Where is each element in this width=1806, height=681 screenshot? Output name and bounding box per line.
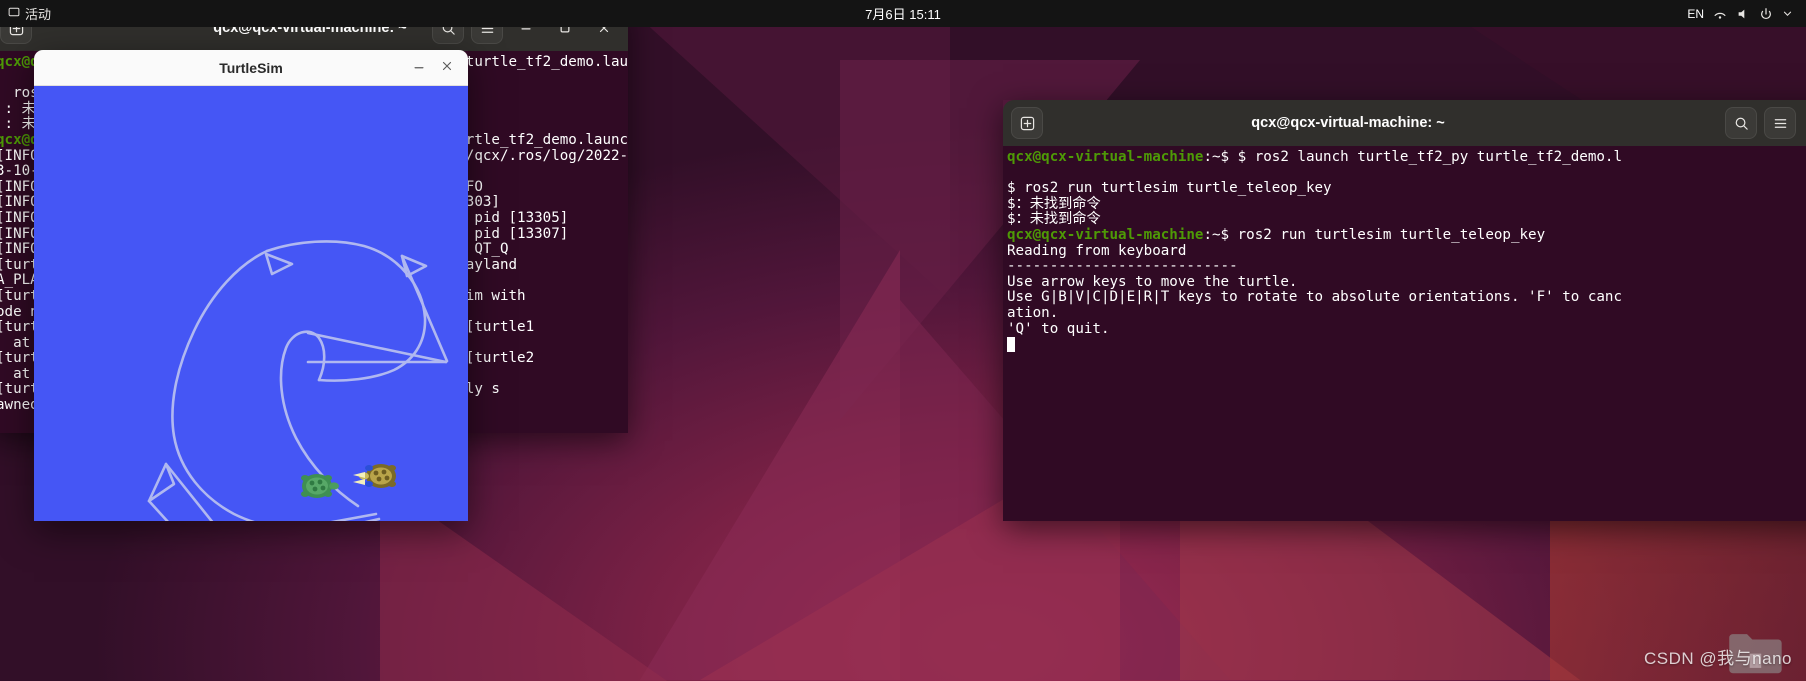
hamburger-menu-icon[interactable] bbox=[1764, 107, 1796, 139]
terminal-cursor bbox=[1007, 337, 1015, 353]
terminal-text: $：未找到命令 bbox=[1007, 211, 1101, 228]
terminal-text: Reading from keyboard bbox=[1007, 242, 1187, 259]
terminal-line: Use G|B|V|C|D|E|R|T keys to rotate to ab… bbox=[1007, 290, 1806, 306]
chevron-down-icon[interactable] bbox=[1782, 7, 1796, 21]
terminal-line bbox=[1007, 337, 1806, 353]
activities-button[interactable]: 活动 bbox=[0, 4, 51, 23]
terminal-text: Use G|B|V|C|D|E|R|T keys to rotate to ab… bbox=[1007, 289, 1622, 306]
turtlesim-titlebar[interactable]: TurtleSim bbox=[34, 50, 468, 86]
shell-prompt: qcx@qcx-virtual-machine bbox=[1007, 226, 1204, 243]
terminal-line: qcx@qcx-virtual-machine:~$ $ ros2 launch… bbox=[1007, 149, 1806, 166]
turtlesim-canvas[interactable] bbox=[34, 86, 468, 521]
terminal-line: qcx@qcx-virtual-machine:~$ ros2 run turt… bbox=[1007, 226, 1806, 244]
close-icon[interactable] bbox=[440, 59, 454, 76]
terminal-text: $：未找到命令 bbox=[1007, 195, 1101, 212]
terminal-text: :~$ ros2 run turtlesim turtle_teleop_key bbox=[1203, 226, 1546, 243]
terminal-text: --------------------------- bbox=[1007, 258, 1238, 275]
volume-icon[interactable] bbox=[1736, 7, 1750, 21]
activities-label: 活动 bbox=[25, 7, 52, 22]
gnome-top-panel[interactable]: 活动 7月6日 15:11 EN bbox=[0, 0, 1806, 27]
shell-prompt: qcx@qcx-virtual-machine bbox=[1007, 149, 1204, 165]
clock[interactable]: 7月6日 15:11 bbox=[865, 4, 941, 23]
input-source-label[interactable]: EN bbox=[1687, 7, 1704, 21]
terminal-line: $ ros2 run turtlesim turtle_teleop_key bbox=[1007, 180, 1806, 197]
terminal-line: --------------------------- bbox=[1007, 258, 1806, 275]
terminal-line: $：未找到命令 bbox=[1007, 212, 1806, 228]
terminal-right-titlebar[interactable]: qcx@qcx-virtual-machine: ~ bbox=[1003, 100, 1806, 146]
system-tray[interactable]: EN bbox=[1687, 7, 1796, 21]
terminal-text: :~$ $ ros2 launch turtle_tf2_py turtle_t… bbox=[1203, 149, 1623, 165]
minimize-icon[interactable] bbox=[412, 59, 426, 76]
network-icon[interactable] bbox=[1713, 7, 1727, 21]
turtlesim-title: TurtleSim bbox=[219, 59, 283, 76]
terminal-right-title: qcx@qcx-virtual-machine: ~ bbox=[1251, 115, 1445, 131]
search-icon[interactable] bbox=[1725, 107, 1757, 139]
desktop: qcx@qcx-virtual-machine: ~ turtle_tf2_de… bbox=[0, 0, 1806, 681]
terminal-text: 'Q' to quit. bbox=[1007, 320, 1110, 337]
terminal-text: $ ros2 run turtlesim turtle_teleop_key bbox=[1007, 180, 1332, 197]
terminal-line: $：未找到命令 bbox=[1007, 195, 1806, 213]
terminal-text: awned bbox=[0, 397, 39, 414]
turtlesim-background bbox=[34, 86, 468, 521]
window-overview-icon bbox=[8, 6, 20, 21]
terminal-line: ation. bbox=[1007, 304, 1806, 322]
power-icon[interactable] bbox=[1759, 7, 1773, 21]
turtlesim-window[interactable]: TurtleSim bbox=[34, 50, 468, 521]
terminal-window-right[interactable]: qcx@qcx-virtual-machine: ~ qcx@qcx-virtu… bbox=[1003, 100, 1806, 521]
new-tab-icon[interactable] bbox=[1011, 107, 1043, 139]
terminal-right-output[interactable]: qcx@qcx-virtual-machine:~$ $ ros2 launch… bbox=[1003, 146, 1806, 521]
folder-icon bbox=[1729, 634, 1782, 674]
terminal-text: Use arrow keys to move the turtle. bbox=[1007, 273, 1298, 290]
terminal-line: Reading from keyboard bbox=[1007, 242, 1806, 260]
terminal-line: 'Q' to quit. bbox=[1007, 320, 1806, 338]
terminal-text: ation. bbox=[1007, 304, 1059, 321]
terminal-line: Use arrow keys to move the turtle. bbox=[1007, 273, 1806, 291]
